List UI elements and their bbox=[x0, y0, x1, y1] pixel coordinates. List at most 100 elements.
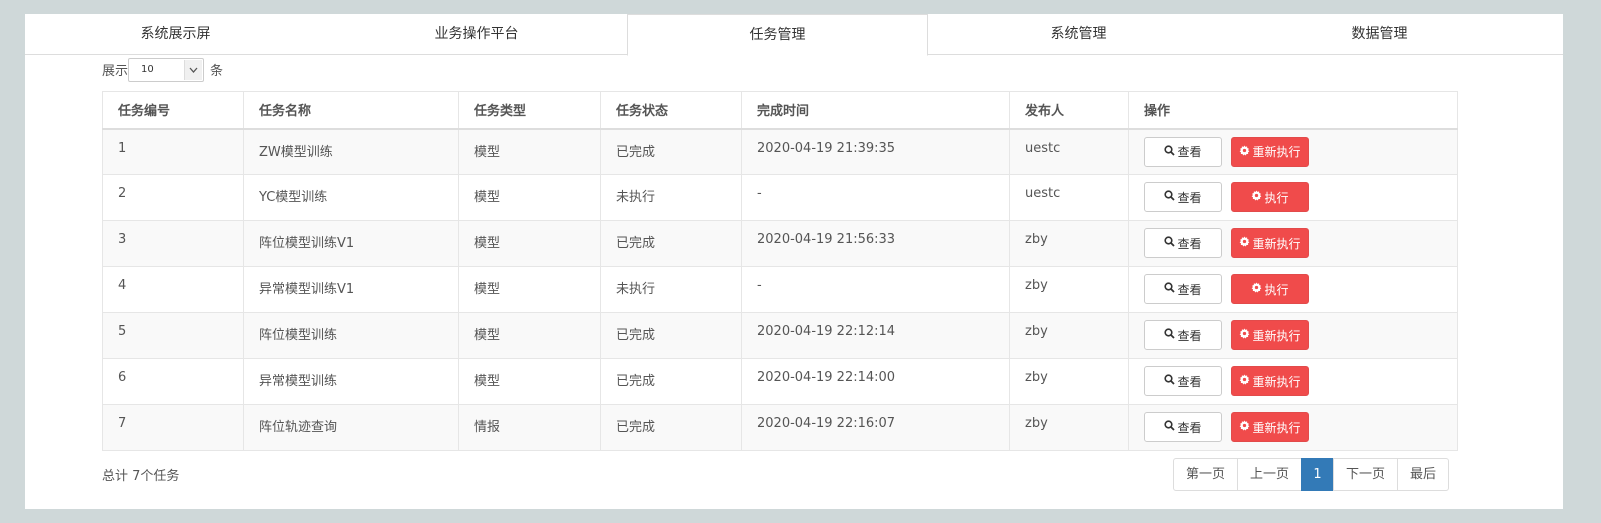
view-button-label: 查看 bbox=[1177, 328, 1202, 343]
execute-button[interactable]: 重新执行 bbox=[1231, 412, 1309, 442]
cell-task-type: 模型 bbox=[458, 358, 601, 405]
header-task-name[interactable]: 任务名称 bbox=[243, 91, 459, 130]
view-button-label: 查看 bbox=[1177, 374, 1202, 389]
execute-button-label: 执行 bbox=[1264, 282, 1289, 297]
table-row: 2 YC模型训练 模型 未执行 - uestc 查看 执行 bbox=[102, 174, 1458, 221]
cell-task-name: 阵位模型训练 bbox=[243, 312, 459, 359]
nav-tabs: 系统展示屏 业务操作平台 任务管理 系统管理 数据管理 bbox=[25, 14, 1563, 56]
cell-publisher: uestc bbox=[1009, 128, 1129, 175]
search-icon bbox=[1164, 282, 1177, 296]
table-row: 5 阵位模型训练 模型 已完成 2020-04-19 22:12:14 zby 查看 重新执行 bbox=[102, 312, 1458, 359]
cell-task-id: 2 bbox=[102, 174, 244, 221]
execute-button-label: 重新执行 bbox=[1252, 145, 1301, 159]
page-last-button[interactable]: 最后 bbox=[1397, 458, 1450, 491]
search-icon bbox=[1164, 420, 1177, 434]
cell-actions: 查看 重新执行 bbox=[1128, 312, 1458, 359]
header-finish-time[interactable]: 完成时间 bbox=[741, 91, 1010, 130]
cell-task-name: 异常模型训练V1 bbox=[243, 266, 459, 313]
execute-button-label: 执行 bbox=[1264, 190, 1289, 205]
gear-icon bbox=[1239, 144, 1252, 159]
view-button[interactable]: 查看 bbox=[1144, 274, 1222, 304]
table-row: 4 异常模型训练V1 模型 未执行 - zby 查看 执行 bbox=[102, 266, 1458, 313]
tab-business-platform[interactable]: 业务操作平台 bbox=[326, 14, 627, 55]
view-button[interactable]: 查看 bbox=[1144, 320, 1222, 350]
view-button[interactable]: 查看 bbox=[1144, 366, 1222, 396]
table-header-row: 任务编号 任务名称 任务类型 任务状态 完成时间 发布人 操作 bbox=[102, 91, 1458, 130]
view-button[interactable]: 查看 bbox=[1144, 136, 1222, 167]
gear-icon bbox=[1251, 190, 1264, 204]
pagination: 第一页 上一页 1 下一页 最后 bbox=[1173, 458, 1450, 491]
task-table: 任务编号 任务名称 任务类型 任务状态 完成时间 发布人 操作 1 ZW模型训练模… bbox=[102, 91, 1458, 451]
tab-system-management[interactable]: 系统管理 bbox=[928, 14, 1229, 55]
page-size-select[interactable]: 10 bbox=[128, 57, 205, 82]
cell-task-id: 7 bbox=[102, 404, 244, 451]
execute-button[interactable]: 重新执行 bbox=[1231, 320, 1309, 350]
cell-finish-time: - bbox=[741, 266, 1010, 313]
cell-publisher: zby bbox=[1009, 220, 1129, 267]
cell-task-type: 情报 bbox=[458, 404, 601, 451]
cell-finish-time: 2020-04-19 21:56:33 bbox=[741, 220, 1010, 267]
task-management-panel: 系统展示屏 业务操作平台 任务管理 系统管理 数据管理 展示 10 条 任务编号… bbox=[25, 14, 1563, 509]
cell-task-status: 已完成 bbox=[600, 312, 742, 359]
header-publisher[interactable]: 发布人 bbox=[1009, 91, 1129, 130]
table-row: 6 异常模型训练 模型 已完成 2020-04-19 22:14:00 zby 查看 重新执行 bbox=[102, 358, 1458, 405]
cell-finish-time: 2020-04-19 21:39:35 bbox=[741, 128, 1010, 175]
table-row: 3 阵位模型训练V1 模型 已完成 2020-04-19 21:56:33 zby 查看 重新… bbox=[102, 220, 1458, 267]
cell-finish-time: 2020-04-19 22:16:07 bbox=[741, 404, 1010, 451]
cell-task-name: YC模型训练 bbox=[243, 174, 459, 221]
cell-publisher: uestc bbox=[1009, 174, 1129, 221]
header-actions: 操作 bbox=[1128, 91, 1458, 130]
execute-button[interactable]: 执行 bbox=[1231, 182, 1309, 212]
chevron-down-icon bbox=[184, 59, 203, 80]
view-button[interactable]: 查看 bbox=[1144, 412, 1222, 442]
header-task-id[interactable]: 任务编号 bbox=[102, 91, 244, 130]
task-total: 总计 7个任务 bbox=[102, 469, 180, 484]
cell-actions: 查看 执行 bbox=[1128, 174, 1458, 221]
view-button-label: 查看 bbox=[1177, 282, 1202, 297]
view-button[interactable]: 查看 bbox=[1144, 182, 1222, 212]
gear-icon bbox=[1239, 236, 1252, 250]
cell-task-name: ZW模型训练 bbox=[243, 128, 459, 175]
cell-task-name: 阵位模型训练V1 bbox=[243, 220, 459, 267]
view-button[interactable]: 查看 bbox=[1144, 228, 1222, 258]
gear-icon bbox=[1239, 420, 1252, 434]
page-size-suffix: 条 bbox=[210, 64, 224, 79]
execute-button[interactable]: 重新执行 bbox=[1231, 228, 1309, 258]
page-current-button[interactable]: 1 bbox=[1301, 458, 1335, 491]
page-size-control: 展示 10 条 bbox=[102, 57, 223, 82]
header-task-type[interactable]: 任务类型 bbox=[458, 91, 601, 130]
page-next-button[interactable]: 下一页 bbox=[1333, 458, 1399, 491]
execute-button-label: 重新执行 bbox=[1252, 374, 1301, 389]
cell-task-id: 1 bbox=[102, 128, 244, 175]
execute-button[interactable]: 执行 bbox=[1231, 274, 1309, 304]
page-size-value: 10 bbox=[141, 63, 154, 75]
cell-actions: 查看 重新执行 bbox=[1128, 220, 1458, 267]
gear-icon bbox=[1251, 282, 1264, 296]
execute-button[interactable]: 重新执行 bbox=[1231, 366, 1309, 396]
view-button-label: 查看 bbox=[1177, 145, 1202, 159]
tab-system-display[interactable]: 系统展示屏 bbox=[25, 14, 326, 55]
execute-button-label: 重新执行 bbox=[1252, 420, 1301, 435]
cell-task-id: 3 bbox=[102, 220, 244, 267]
header-task-status[interactable]: 任务状态 bbox=[600, 91, 742, 130]
execute-button[interactable]: 重新执行 bbox=[1231, 136, 1309, 167]
cell-task-status: 已完成 bbox=[600, 128, 742, 175]
page-prev-button[interactable]: 上一页 bbox=[1237, 458, 1303, 491]
search-icon bbox=[1164, 328, 1177, 342]
cell-task-id: 6 bbox=[102, 358, 244, 405]
cell-actions: 查看 执行 bbox=[1128, 266, 1458, 313]
cell-finish-time: 2020-04-19 22:12:14 bbox=[741, 312, 1010, 359]
page-first-button[interactable]: 第一页 bbox=[1173, 458, 1239, 491]
cell-task-status: 未执行 bbox=[600, 174, 742, 221]
tab-data-management[interactable]: 数据管理 bbox=[1229, 14, 1530, 55]
cell-task-status: 已完成 bbox=[600, 358, 742, 405]
cell-task-type: 模型 bbox=[458, 312, 601, 359]
cell-task-status: 未执行 bbox=[600, 266, 742, 313]
cell-actions: 查看 重新执行 bbox=[1128, 128, 1458, 175]
tab-task-management[interactable]: 任务管理 bbox=[627, 14, 928, 56]
cell-task-name: 阵位轨迹查询 bbox=[243, 404, 459, 451]
cell-publisher: zby bbox=[1009, 358, 1129, 405]
search-icon bbox=[1164, 374, 1177, 388]
cell-publisher: zby bbox=[1009, 266, 1129, 313]
table-row: 7 阵位轨迹查询 情报 已完成 2020-04-19 22:16:07 zby 查看 重新执行 bbox=[102, 404, 1458, 451]
